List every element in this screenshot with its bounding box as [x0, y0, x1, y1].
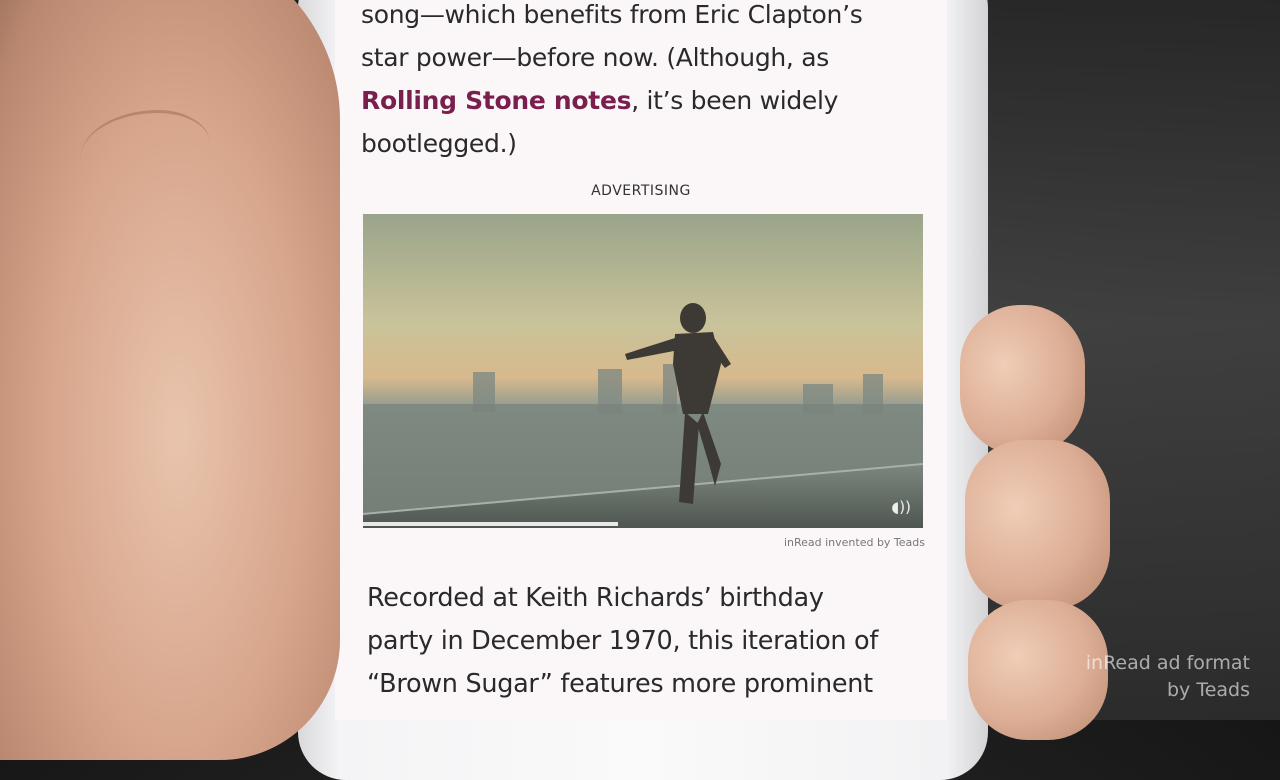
rolling-stone-link[interactable]: Rolling Stone notes — [361, 86, 631, 115]
advertising-label: ADVERTISING — [591, 183, 691, 199]
article-line: “Brown Sugar” features more prominent — [367, 669, 873, 699]
video-ad-player[interactable]: ◖)) — [363, 214, 923, 528]
article-line-rest: , it’s been widely — [631, 86, 839, 115]
watermark-line-2: by Teads — [1166, 679, 1250, 701]
ad-caption: inRead invented by Teads — [783, 536, 925, 549]
hand-left — [0, 0, 340, 760]
finger-1 — [960, 305, 1085, 455]
thumb-crease — [80, 110, 210, 193]
watermark-line-1: inRead ad format — [1085, 652, 1250, 674]
article-line: song—which benefits from Eric Clapton’s — [361, 0, 863, 29]
article-line: star power—before now. (Although, as — [361, 43, 829, 72]
video-frame — [363, 214, 923, 528]
article-line: party in December 1970, this iteration o… — [367, 626, 879, 656]
article-line: Rolling Stone notes, it’s been widely — [361, 79, 921, 122]
article-paragraph-1: song—which benefits from Eric Clapton’s … — [361, 0, 921, 165]
watermark: inRead ad format by Teads — [1086, 650, 1250, 704]
phone-screen: song—which benefits from Eric Clapton’s … — [335, 0, 947, 720]
article-paragraph-2: Recorded at Keith Richards’ birthday par… — [367, 577, 927, 706]
article-line: Recorded at Keith Richards’ birthday — [367, 583, 824, 613]
finger-2 — [965, 440, 1110, 610]
article-line: bootlegged.) — [361, 129, 517, 158]
speaker-icon[interactable]: ◖)) — [891, 498, 911, 516]
